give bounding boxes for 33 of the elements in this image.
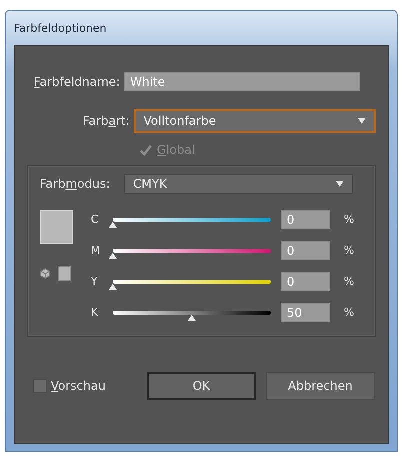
slider-thumb[interactable] — [109, 284, 117, 290]
input-field[interactable]: 0 — [281, 272, 330, 291]
dialog-button[interactable]: Abbrechen — [266, 372, 375, 400]
channel-label: C — [91, 213, 100, 226]
field-label: Farbmodus: — [40, 177, 110, 191]
input-field[interactable]: 50 — [281, 303, 330, 322]
slider-thumb[interactable] — [109, 252, 117, 258]
field-label: Farbfeldname: — [34, 74, 120, 88]
caret-icon — [358, 118, 366, 124]
channel-label: Y — [91, 275, 99, 288]
input-field[interactable]: 0 — [281, 210, 330, 229]
channel-label: K — [91, 306, 100, 319]
dropdown[interactable]: Volltonfarbe — [134, 109, 376, 133]
unit-label: % — [344, 306, 354, 319]
checkbox[interactable] — [33, 379, 47, 393]
color-swatch — [40, 210, 73, 244]
color-swatch[interactable] — [58, 266, 71, 281]
unit-label: % — [344, 213, 354, 226]
dialog-button[interactable]: OK — [147, 372, 256, 400]
window-title: Farbfeldoptionen — [14, 22, 107, 34]
checkbox-label: Vorschau — [51, 379, 106, 393]
dropdown[interactable]: CMYK — [124, 174, 354, 194]
unit-label: % — [344, 244, 354, 257]
caret-icon — [336, 181, 344, 187]
field-label: Farbart: — [83, 114, 130, 128]
cube-icon[interactable] — [40, 268, 51, 279]
channel-label: M — [91, 244, 102, 257]
slider-thumb[interactable] — [109, 222, 117, 228]
input-field[interactable]: White — [124, 72, 360, 91]
slider-thumb[interactable] — [188, 314, 196, 320]
unit-label: % — [344, 275, 354, 288]
input-field[interactable]: 0 — [281, 241, 330, 260]
checkbox-label: Global — [157, 143, 196, 157]
